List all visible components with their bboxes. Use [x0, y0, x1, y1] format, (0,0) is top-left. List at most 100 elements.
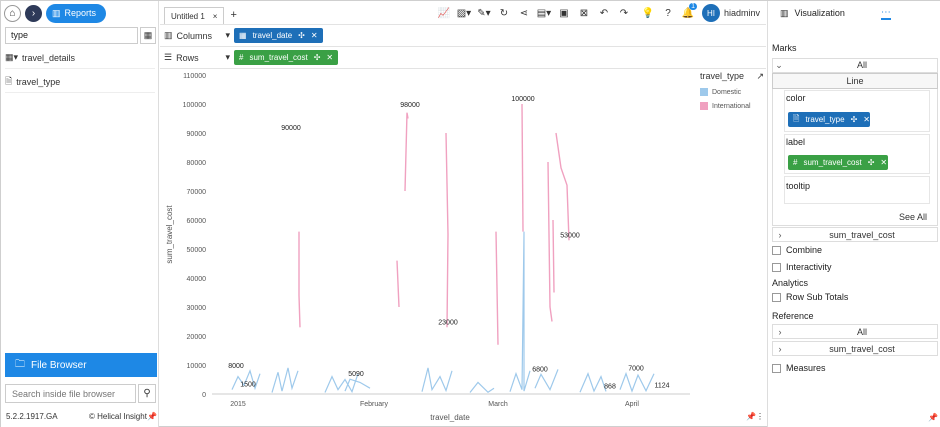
avatar[interactable]: HI — [701, 4, 720, 22]
domestic-line — [619, 371, 655, 393]
calendar-icon: ▦ — [239, 31, 247, 40]
hash-icon: # — [239, 53, 244, 62]
row-sub-totals-checkbox[interactable]: Row Sub Totals — [772, 292, 848, 302]
expand-button[interactable]: › — [25, 4, 42, 22]
measures-checkbox[interactable]: Measures — [772, 363, 826, 373]
legend-item-international[interactable]: International — [700, 102, 764, 110]
undo-icon[interactable]: ↶ — [594, 5, 614, 22]
legend-label: International — [712, 102, 751, 110]
marks-all-row[interactable]: ⌄ All — [772, 58, 938, 73]
add-tab-button[interactable]: + — [230, 9, 236, 21]
tree-item-travel-details[interactable]: ▦▾ travel_details — [5, 47, 155, 69]
y-tick-label: 20000 — [187, 334, 207, 341]
close-icon[interactable]: ✕ — [863, 115, 870, 124]
export-icon[interactable]: ⊠ — [574, 5, 594, 22]
combine-checkbox[interactable]: Combine — [772, 245, 822, 255]
pin-icon[interactable]: 📌 — [147, 412, 157, 421]
pin-icon[interactable]: 📌 — [928, 413, 938, 422]
lightbulb-icon[interactable]: 💡 — [638, 5, 658, 22]
line-chart: 0 10000 20000 30000 40000 50000 60000 70000 8000… — [165, 73, 690, 422]
chevron-right-icon: › — [778, 343, 782, 354]
domestic-line — [509, 231, 531, 392]
tab-bar: Untitled 1 × + 📈 ▨▾ ✎▾ ↻ ⋖ ▤▾ ▣ ⊠ ↶ ↷ 💡 … — [160, 1, 766, 25]
move-icon[interactable]: ✣ — [314, 53, 321, 62]
close-icon[interactable]: ✕ — [880, 158, 887, 167]
top-nav: ⌂ › ▥ Reports — [1, 1, 158, 25]
interactivity-checkbox[interactable]: Interactivity — [772, 262, 832, 272]
close-icon[interactable]: ✕ — [326, 53, 333, 62]
pin-icon[interactable]: 📌⋮ — [746, 412, 764, 421]
move-icon[interactable]: ✣ — [298, 31, 305, 40]
move-icon[interactable]: ✣ — [851, 115, 858, 124]
checkbox-box[interactable] — [772, 363, 781, 373]
domestic-line — [271, 367, 299, 393]
tab-visualization[interactable]: ▥ Visualization — [780, 8, 845, 19]
chart-icon[interactable]: 📈 — [434, 5, 454, 22]
field-search-input[interactable]: type — [5, 27, 138, 44]
image-dropdown-icon[interactable]: ▨▾ — [454, 5, 474, 22]
home-button[interactable]: ⌂ — [4, 4, 21, 22]
data-label: 1124 — [654, 383, 669, 390]
international-line — [445, 132, 449, 328]
mark-type-select[interactable]: Line — [772, 73, 938, 89]
legend-swatch — [700, 88, 708, 96]
edit-dropdown-icon[interactable]: ✎▾ — [474, 5, 494, 22]
chevron-down-icon[interactable]: ▾ — [225, 52, 230, 63]
data-label: 23000 — [438, 319, 458, 326]
checkbox-box[interactable] — [772, 245, 781, 255]
layout-dropdown-icon[interactable]: ▤▾ — [534, 5, 554, 22]
chevron-right-icon: › — [31, 7, 36, 19]
chevron-right-icon: › — [778, 229, 782, 240]
data-label: 8000 — [228, 363, 244, 370]
label-pill[interactable]: # sum_travel_cost ✣ ✕ — [788, 155, 888, 170]
file-browser-search-input[interactable] — [5, 384, 136, 403]
close-icon[interactable]: ✕ — [311, 31, 318, 40]
reports-button[interactable]: ▥ Reports — [46, 3, 107, 23]
close-icon[interactable]: × — [213, 12, 218, 21]
columns-pill[interactable]: ▦ travel_date ✣ ✕ — [234, 28, 323, 43]
pill-label: travel_type — [805, 115, 845, 124]
hash-icon: # — [793, 158, 798, 167]
move-icon[interactable]: ✣ — [868, 158, 875, 167]
columns-shelf: ▥ Columns ▾ ▦ travel_date ✣ ✕ — [160, 25, 766, 47]
checkbox-box[interactable] — [772, 292, 781, 302]
see-all-link[interactable]: See All — [899, 212, 927, 222]
international-line — [552, 219, 555, 293]
data-label: 100000 — [511, 96, 534, 103]
reference-heading: Reference — [772, 311, 814, 321]
reference-field-row[interactable]: › sum_travel_cost — [772, 341, 938, 356]
username[interactable]: hiadminv — [724, 8, 760, 18]
cache-icon[interactable]: ▣ — [554, 5, 574, 22]
refresh-icon[interactable]: ↻ — [494, 5, 514, 22]
reference-all-row[interactable]: › All — [772, 324, 938, 339]
chevron-down-icon[interactable]: ▾ — [225, 30, 230, 41]
color-label: color — [786, 93, 806, 103]
columns-label: Columns — [176, 30, 213, 41]
notification-icon[interactable]: 🔔 1 — [678, 2, 698, 22]
label-label: label — [786, 137, 806, 147]
redo-icon[interactable]: ↷ — [614, 5, 634, 22]
tab-untitled-1[interactable]: Untitled 1 × — [164, 7, 225, 24]
notification-badge: 1 — [689, 2, 697, 10]
color-pill[interactable]: 🗎 travel_type ✣ ✕ — [788, 112, 870, 127]
trend-icon[interactable]: ↗ — [756, 71, 764, 82]
data-label: 6800 — [532, 366, 548, 373]
help-icon[interactable]: ? — [658, 5, 678, 22]
columns-icon: ▥ — [164, 30, 173, 40]
legend-title-row: travel_type ↗ — [700, 71, 764, 82]
search-icon: ⚲ — [143, 388, 151, 399]
file-search-button[interactable]: ⚲ — [138, 384, 156, 403]
field-row-sum-travel-cost[interactable]: › sum_travel_cost — [772, 227, 938, 242]
grid-view-button[interactable]: ▦ — [140, 27, 156, 44]
legend-item-domestic[interactable]: Domestic — [700, 88, 764, 96]
more-options-tab[interactable]: ⋯ — [880, 7, 891, 20]
bar-chart-icon: ▥ — [52, 7, 61, 18]
share-icon[interactable]: ⋖ — [514, 5, 534, 22]
data-label: 7000 — [628, 366, 644, 373]
tree-item-travel-type[interactable]: 🗎 travel_type — [5, 71, 155, 93]
row-sub-totals-label: Row Sub Totals — [786, 292, 849, 302]
rows-pill[interactable]: # sum_travel_cost ✣ ✕ — [234, 50, 339, 65]
checkbox-box[interactable] — [772, 262, 781, 272]
version-text: 5.2.2.1917.GA — [6, 412, 58, 421]
file-browser-button[interactable]: 🗀 File Browser — [5, 353, 157, 377]
